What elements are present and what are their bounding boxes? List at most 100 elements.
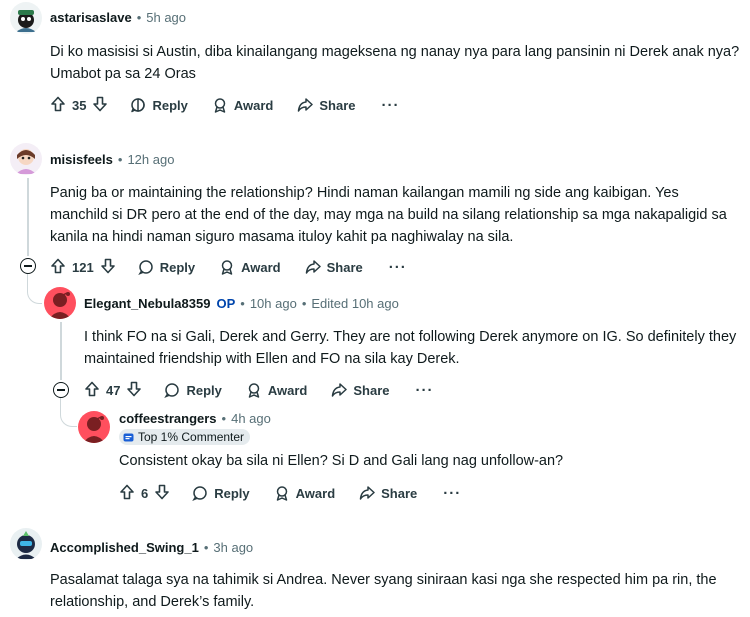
- vote-count: 35: [72, 97, 87, 113]
- timestamp[interactable]: 5h ago: [146, 10, 186, 25]
- avatar[interactable]: [10, 143, 42, 175]
- vote-group: 6: [119, 484, 170, 503]
- award-button[interactable]: Award: [274, 485, 336, 501]
- separator-dot: •: [136, 10, 142, 25]
- username[interactable]: coffeestrangers: [119, 411, 217, 426]
- vote-count: 47: [106, 382, 121, 398]
- collapse-icon[interactable]: [53, 382, 69, 398]
- more-options-button[interactable]: ···: [416, 382, 434, 399]
- comment-meta: Elegant_Nebula8359 OP • 10h ago • Edited…: [84, 296, 399, 311]
- reply-icon: [130, 97, 146, 113]
- reply-icon: [164, 382, 180, 398]
- share-button[interactable]: Share: [305, 259, 363, 275]
- reply-button[interactable]: Reply: [192, 485, 250, 501]
- avatar[interactable]: [44, 287, 76, 319]
- comment-body: Panig ba or maintaining the relationship…: [50, 185, 727, 245]
- share-label: Share: [353, 382, 390, 398]
- comment-actions: 6 Reply Award Share ···: [119, 481, 461, 505]
- avatar[interactable]: [10, 2, 42, 34]
- reply-icon: [192, 485, 208, 501]
- reply-label: Reply: [152, 97, 188, 113]
- award-label: Award: [267, 382, 308, 398]
- reply-label: Reply: [214, 485, 250, 501]
- award-icon: [212, 97, 228, 113]
- avatar[interactable]: [10, 528, 42, 560]
- top-commenter-badge: Top 1% Commenter: [119, 429, 251, 445]
- username[interactable]: Accomplished_Swing_1: [50, 540, 199, 555]
- badge-icon: [123, 432, 134, 443]
- award-icon: [246, 382, 262, 398]
- upvote-icon[interactable]: [119, 484, 135, 503]
- comment-meta: misisfeels • 12h ago: [50, 152, 174, 167]
- comment-actions: 47 Reply Award Share ···: [84, 378, 434, 402]
- thread-connector: [27, 274, 42, 304]
- separator-dot: •: [240, 296, 245, 311]
- comment-meta: astarisaslave • 5h ago: [50, 10, 186, 25]
- comment-meta: coffeestrangers • 4h ago: [119, 411, 271, 426]
- comment-actions: 35 Reply Award Share ···: [50, 93, 400, 117]
- avatar[interactable]: [78, 411, 110, 443]
- badge-label: Top 1% Commenter: [138, 430, 245, 444]
- award-icon: [274, 485, 290, 501]
- reply-label: Reply: [186, 382, 222, 398]
- vote-count: 121: [72, 259, 94, 275]
- reply-icon: [137, 259, 154, 275]
- share-button[interactable]: Share: [297, 97, 356, 113]
- award-label: Award: [295, 485, 336, 501]
- award-button[interactable]: Award: [212, 97, 274, 113]
- share-button[interactable]: Share: [331, 382, 390, 398]
- share-icon: [305, 259, 321, 275]
- downvote-icon[interactable]: [92, 96, 108, 115]
- downvote-icon[interactable]: [126, 381, 142, 400]
- username[interactable]: astarisaslave: [50, 10, 132, 25]
- award-label: Award: [241, 259, 281, 275]
- timestamp[interactable]: 12h ago: [127, 152, 174, 167]
- vote-group: 35: [50, 96, 108, 115]
- separator-dot: •: [117, 152, 123, 167]
- reply-button[interactable]: Reply: [164, 382, 222, 398]
- downvote-icon[interactable]: [100, 258, 116, 277]
- username[interactable]: Elegant_Nebula8359: [84, 296, 210, 311]
- comment-meta: Accomplished_Swing_1 • 3h ago: [50, 540, 253, 555]
- downvote-icon[interactable]: [154, 484, 170, 503]
- thread-line: [60, 322, 62, 380]
- upvote-icon[interactable]: [84, 381, 100, 400]
- upvote-icon[interactable]: [50, 258, 66, 277]
- more-options-button[interactable]: ···: [443, 485, 461, 502]
- vote-count: 6: [141, 485, 149, 501]
- edited-label: Edited 10h ago: [311, 296, 399, 311]
- separator-dot: •: [301, 296, 307, 311]
- comment-body: I think FO na si Gali, Derek and Gerry. …: [84, 329, 737, 367]
- share-label: Share: [319, 97, 356, 113]
- share-label: Share: [381, 485, 418, 501]
- award-button[interactable]: Award: [246, 382, 308, 398]
- separator-dot: •: [203, 540, 209, 555]
- award-button[interactable]: Award: [219, 259, 281, 275]
- more-options-button[interactable]: ···: [382, 97, 400, 114]
- comment-actions: 121 Reply Award Share ···: [50, 255, 407, 279]
- share-label: Share: [326, 259, 363, 275]
- share-icon: [331, 382, 348, 398]
- comment-body: Pasalamat talaga sya na tahimik si Andre…: [50, 572, 717, 610]
- share-icon: [297, 97, 314, 113]
- timestamp[interactable]: 3h ago: [213, 540, 253, 555]
- share-icon: [359, 485, 375, 501]
- reply-label: Reply: [159, 259, 196, 275]
- share-button[interactable]: Share: [359, 485, 417, 501]
- comment-body: Consistent okay ba sila ni Ellen? Si D a…: [119, 453, 564, 469]
- timestamp[interactable]: 10h ago: [250, 296, 297, 311]
- thread-line: [27, 178, 29, 256]
- upvote-icon[interactable]: [50, 96, 66, 115]
- vote-group: 121: [50, 258, 116, 277]
- collapse-icon[interactable]: [20, 258, 36, 274]
- timestamp[interactable]: 4h ago: [231, 411, 271, 426]
- comment-body: Di ko masisisi si Austin, diba kinailang…: [50, 44, 740, 82]
- reply-button[interactable]: Reply: [137, 259, 196, 275]
- more-options-button[interactable]: ···: [389, 259, 407, 276]
- op-badge: OP: [216, 296, 236, 311]
- award-label: Award: [233, 97, 274, 113]
- username[interactable]: misisfeels: [50, 152, 113, 167]
- award-icon: [219, 259, 235, 275]
- reply-button[interactable]: Reply: [130, 97, 188, 113]
- thread-connector: [60, 398, 77, 427]
